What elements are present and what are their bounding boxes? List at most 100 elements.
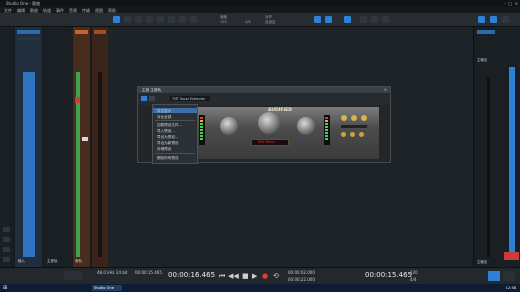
windows-start-icon[interactable]: ⊞ <box>3 285 7 291</box>
minimize-button[interactable]: – <box>504 1 506 6</box>
power-icon[interactable] <box>141 96 147 101</box>
transport-tempo[interactable]: 120 <box>410 270 418 275</box>
output-knob[interactable] <box>297 117 315 135</box>
small-knob-2[interactable] <box>350 132 355 137</box>
channel-strip-main: 主音轨 <box>44 27 71 267</box>
expand-button[interactable] <box>3 257 10 262</box>
small-knob-1[interactable] <box>341 132 346 137</box>
toggle-knob-1[interactable] <box>341 115 347 121</box>
right-panel: 主输出 主输出 <box>473 27 520 267</box>
menu-item-compare[interactable]: 对比全部 <box>157 115 171 120</box>
back-button[interactable]: ◀◀ <box>228 272 239 280</box>
plugin-tab-label: 主音 主音轨 <box>142 87 162 92</box>
mode-display: MiX Mono <box>251 139 289 146</box>
channel-input-selector[interactable] <box>17 30 40 34</box>
main-fader-track[interactable] <box>54 67 59 257</box>
quantize-icon[interactable] <box>360 16 367 23</box>
small-knob-3[interactable] <box>359 132 364 137</box>
bit-depth: 24 bit <box>116 270 128 275</box>
record-arm-button[interactable] <box>75 97 80 103</box>
menu-item-export[interactable]: 导出为预设... <box>157 135 178 140</box>
extend-knob[interactable] <box>258 112 280 134</box>
clip-indicator <box>504 252 519 260</box>
menu-item-highlight[interactable]: 突出显示 <box>157 109 171 114</box>
position-small: 00:00:15.465 <box>135 270 162 275</box>
channel-meter <box>23 72 35 257</box>
toolbar: 速度 120 4/4 对齐 自适应 <box>0 13 520 27</box>
toggle-knob-3[interactable] <box>361 115 367 121</box>
menu-item-load[interactable]: 加载预设文件... <box>157 123 182 128</box>
add-track-button[interactable] <box>3 227 10 232</box>
mute-tool-icon[interactable] <box>168 16 175 23</box>
channel-strip-track: 音轨 <box>73 27 90 267</box>
view-mix-icon[interactable] <box>490 16 497 23</box>
input-knob[interactable] <box>220 117 238 135</box>
listen-tool-icon[interactable] <box>190 16 197 23</box>
led-row <box>341 125 367 128</box>
record-button[interactable]: ● <box>262 272 268 280</box>
channel-strip-input: 输入 <box>15 27 42 267</box>
signature-value[interactable]: 4/4 <box>245 20 251 24</box>
eraser-tool-icon[interactable] <box>146 16 153 23</box>
fader-track[interactable] <box>98 72 102 257</box>
arrow-tool-icon[interactable] <box>113 16 120 23</box>
inspector-toggle-button[interactable] <box>3 237 10 242</box>
sample-rate: 48.0 kHz <box>97 270 115 275</box>
preset-context-menu: 突出显示 对比全部 加载预设文件... 导入预设... 导出为预设... 导出为… <box>152 104 198 164</box>
loop-end[interactable]: 00:00:22.000 <box>288 277 315 282</box>
zoom-icon[interactable] <box>382 16 389 23</box>
main-time-display[interactable]: 00:00:16.465 <box>168 271 215 279</box>
menu-item-delete-all[interactable]: 删除所有预设 <box>157 156 179 161</box>
loop-follow-icon[interactable] <box>314 16 321 23</box>
mixer-channels: 输入 主音轨 音轨 <box>13 27 108 267</box>
grid-icon[interactable] <box>371 16 378 23</box>
stop-button[interactable]: ■ <box>242 272 249 280</box>
channel-strip-track-2 <box>92 27 108 267</box>
menu-item-import[interactable]: 导入预设... <box>157 129 175 134</box>
output-tab[interactable] <box>477 30 495 34</box>
view-browse-icon[interactable] <box>502 16 509 23</box>
snap-value[interactable]: 自适应 <box>265 20 276 25</box>
os-taskbar: ⊞ Studio One 12:38 <box>0 284 520 292</box>
split-tool-icon[interactable] <box>135 16 142 23</box>
play-button[interactable]: ▶ <box>252 272 257 280</box>
menu-separator <box>155 120 195 121</box>
channel-color-tab[interactable] <box>75 30 88 34</box>
mix-view-button[interactable] <box>488 271 500 281</box>
bend-tool-icon[interactable] <box>179 16 186 23</box>
left-inspector <box>0 27 14 267</box>
pencil-tool-icon[interactable] <box>157 16 164 23</box>
auto-scroll-icon[interactable] <box>325 16 332 23</box>
plugin-close-icon[interactable]: ✕ <box>384 88 387 92</box>
bypass-icon[interactable] <box>149 96 155 101</box>
input-meter <box>199 115 205 145</box>
midi-monitor[interactable] <box>64 271 82 280</box>
taskbar-app-button[interactable]: Studio One <box>92 285 122 291</box>
transport-signature[interactable]: 4/4 <box>410 277 416 282</box>
fader-cap[interactable] <box>82 137 88 141</box>
secondary-time-display[interactable]: 00:00:15.465 <box>365 271 412 279</box>
channel-name: 音轨 <box>75 259 82 263</box>
automation-button[interactable] <box>3 247 10 252</box>
preset-selector[interactable]: TNT Vocal Extender <box>170 96 210 101</box>
channel-name: 主音轨 <box>47 259 58 263</box>
menu-separator <box>155 152 195 153</box>
browse-view-button[interactable] <box>503 271 515 281</box>
master-fader-track[interactable] <box>487 77 490 257</box>
menu-item-export-new[interactable]: 导出为新预设 <box>157 141 179 146</box>
close-button[interactable]: ✕ <box>515 1 518 6</box>
snap-toggle-icon[interactable] <box>344 16 351 23</box>
view-edit-icon[interactable] <box>478 16 485 23</box>
loop-button[interactable]: ⟲ <box>273 272 279 280</box>
loop-start[interactable]: 00:00:02.000 <box>288 270 315 275</box>
menu-item-store[interactable]: 存储预设 <box>157 147 171 152</box>
output-label: 主输出 <box>477 58 488 62</box>
vocal-extender-device: AUDIFIED MiX Mono <box>193 107 379 159</box>
tempo-value[interactable]: 120 <box>220 20 227 24</box>
maximize-button[interactable]: □ <box>508 1 512 6</box>
rewind-button[interactable]: ⏮ <box>219 272 225 281</box>
channel-color-tab[interactable] <box>94 30 106 34</box>
range-tool-icon[interactable] <box>124 16 131 23</box>
insert-slot[interactable] <box>17 37 40 40</box>
toggle-knob-2[interactable] <box>351 115 357 121</box>
